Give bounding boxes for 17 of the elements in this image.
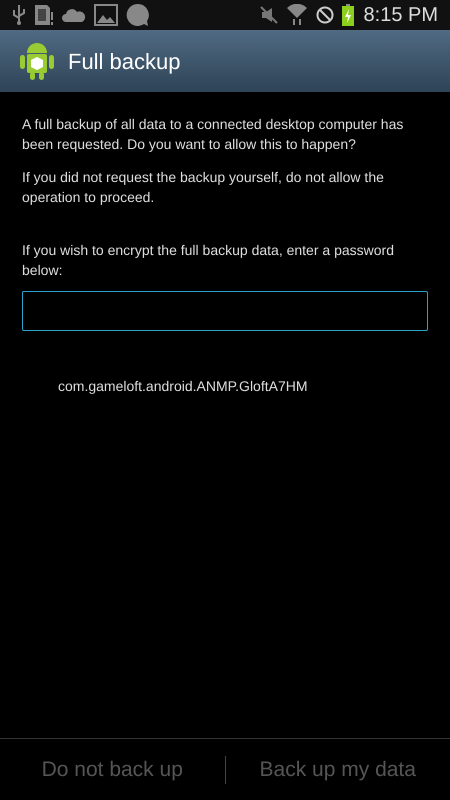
warning-text: If you did not request the backup yourself, do not allow the operation to proceed. bbox=[22, 168, 385, 207]
android-robot-icon bbox=[20, 41, 54, 81]
window-title: Full backup bbox=[68, 48, 181, 76]
package-name: com.gameloft.android.ANMP.GloftA7HM bbox=[58, 377, 309, 396]
muted-speaker-icon bbox=[260, 6, 278, 24]
image-icon bbox=[94, 4, 118, 26]
chat-bubble-icon bbox=[126, 3, 150, 27]
cloud-icon bbox=[62, 7, 86, 23]
wifi-icon bbox=[286, 4, 308, 26]
battery-charging-icon bbox=[342, 4, 354, 26]
sd-card-icon bbox=[34, 4, 54, 26]
clock-time: 8:15 PM bbox=[364, 3, 438, 28]
blocked-icon bbox=[316, 6, 334, 24]
usb-icon bbox=[12, 4, 26, 26]
password-field[interactable] bbox=[22, 291, 428, 331]
password-prompt: If you wish to encrypt the full backup data, enter a password below: bbox=[22, 241, 395, 280]
message-text: A full backup of all data to a connected desktop computer has been requested. Do you want to allow this to happen? bbox=[22, 115, 404, 154]
